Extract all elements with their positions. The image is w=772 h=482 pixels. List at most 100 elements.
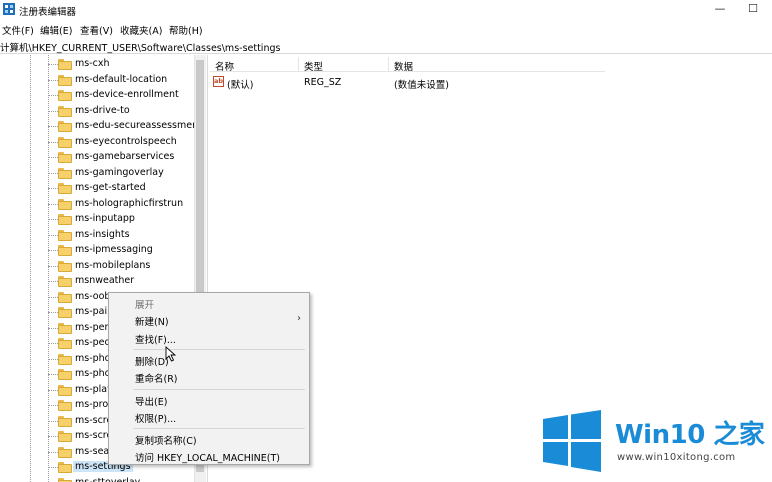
tree-item-label: ms-eyecontrolspeech xyxy=(75,135,177,147)
tree-connector xyxy=(48,203,58,205)
context-menu-item-label: 查找(F)... xyxy=(135,334,176,346)
tree-item-label: ms-device-enrollment xyxy=(75,89,179,100)
menu-view[interactable]: 查看(V) xyxy=(80,23,113,37)
tree-item[interactable]: ms-get-started xyxy=(48,181,203,196)
context-menu-item-label: 访问 HKEY_LOCAL_MACHINE(T) xyxy=(135,453,280,465)
column-type[interactable]: 类型 xyxy=(304,59,323,73)
tree-item-label: ms-peo xyxy=(75,337,111,348)
menu-favorites[interactable]: 收藏夹(A) xyxy=(120,23,162,37)
tree-connector xyxy=(48,64,58,65)
tree-item[interactable]: ms-inputapp xyxy=(48,212,203,227)
folder-icon xyxy=(58,322,72,334)
address-bar[interactable]: 计算机\HKEY_CURRENT_USER\Software\Classes\m… xyxy=(0,38,772,54)
folder-icon xyxy=(58,338,72,349)
tree-guide-line xyxy=(30,55,31,482)
tree-item[interactable]: ms-device-enrollment xyxy=(48,88,203,103)
watermark-url: www.win10xitong.com xyxy=(617,452,736,463)
tree-connector xyxy=(48,219,58,220)
context-menu-item[interactable]: 访问 HKEY_LOCAL_MACHINE(T) xyxy=(109,448,309,464)
tree-item[interactable]: ms-ipmessaging xyxy=(48,243,203,258)
tree-connector xyxy=(48,110,58,112)
tree-item[interactable]: ms-eyecontrolspeech xyxy=(48,135,203,150)
context-menu: 展开 新建(N) › 查找(F)... 删除(D) 重命名(R) 导出(E) 权限(P)...… xyxy=(108,292,310,465)
menu-bar: 文件(F) 编辑(E) 查看(V) 收藏夹(A) 帮助(H) xyxy=(0,21,772,37)
tree-connector xyxy=(48,405,58,406)
tree-connector xyxy=(48,420,58,422)
context-menu-item[interactable]: 导出(E) xyxy=(109,392,309,408)
folder-icon xyxy=(58,229,72,241)
column-divider[interactable] xyxy=(298,57,299,72)
address-path: 计算机\HKEY_CURRENT_USER\Software\Classes\m… xyxy=(0,43,281,54)
tree-connector xyxy=(48,467,58,468)
tree-item-label: ms-pho xyxy=(75,368,111,379)
tree-connector xyxy=(48,389,58,391)
column-data[interactable]: 数据 xyxy=(394,59,413,73)
folder-icon xyxy=(58,59,72,70)
menu-edit[interactable]: 编辑(E) xyxy=(40,23,72,37)
folder-icon xyxy=(58,74,72,86)
context-menu-item[interactable]: 重命名(R) xyxy=(109,369,309,385)
folder-icon xyxy=(58,183,72,194)
tree-connector xyxy=(48,343,58,344)
context-menu-item[interactable]: 展开 xyxy=(109,295,309,311)
folder-icon xyxy=(58,136,72,148)
context-menu-item[interactable]: 删除(D) xyxy=(109,352,309,368)
tree-item[interactable]: msnweather xyxy=(48,274,203,289)
folder-icon xyxy=(58,152,72,163)
column-divider[interactable] xyxy=(388,57,389,72)
menu-help[interactable]: 帮助(H) xyxy=(169,23,203,37)
maximize-button[interactable]: ☐ xyxy=(745,2,761,16)
watermark-title-latin: Win10 xyxy=(615,420,705,450)
folder-icon xyxy=(58,400,72,411)
tree-item[interactable]: ms-holographicfirstrun xyxy=(48,197,203,212)
tree-item[interactable]: ms-default-location xyxy=(48,73,203,88)
tree-connector xyxy=(48,157,58,158)
tree-item[interactable]: ms-drive-to xyxy=(48,104,203,119)
column-name[interactable]: 名称 xyxy=(215,59,234,73)
tree-item-label: ms-default-location xyxy=(75,73,168,85)
tree-item-label: ms-scre xyxy=(75,414,113,426)
context-menu-item[interactable]: 复制项名称(C) xyxy=(109,431,309,447)
mouse-cursor-icon xyxy=(165,346,177,362)
folder-icon xyxy=(58,167,72,179)
tree-item-label: ms-get-started xyxy=(75,182,146,193)
menu-file[interactable]: 文件(F) xyxy=(2,23,34,37)
folder-icon xyxy=(58,431,72,442)
folder-icon xyxy=(58,384,72,396)
tree-connector xyxy=(48,126,58,127)
tree-connector xyxy=(48,141,58,143)
tree-item-label: ms-sttoverlay xyxy=(75,476,141,482)
folder-icon xyxy=(58,276,72,287)
minimize-button[interactable]: — xyxy=(712,2,728,16)
tree-connector xyxy=(48,374,58,375)
folder-icon xyxy=(58,369,72,380)
context-menu-item-label: 展开 xyxy=(135,300,155,311)
tree-item[interactable]: ms-cxh xyxy=(48,57,203,72)
tree-item-label: ms-cxh xyxy=(75,58,110,69)
context-menu-item[interactable]: 新建(N) › xyxy=(109,312,309,328)
folder-icon xyxy=(58,245,72,256)
tree-item-label: msnweather xyxy=(75,275,135,286)
tree-connector xyxy=(48,95,58,96)
tree-item-label: ms-pair xyxy=(75,306,112,317)
tree-connector xyxy=(48,250,58,251)
value-row[interactable]: ab (默认) REG_SZ (数值未设置) xyxy=(210,75,605,91)
windows-logo-icon xyxy=(543,410,601,472)
folder-icon xyxy=(58,477,72,482)
context-menu-item[interactable]: 权限(P)... xyxy=(109,409,309,425)
tree-item[interactable]: ms-insights xyxy=(48,228,203,243)
tree-item[interactable]: ms-edu-secureassessment xyxy=(48,119,203,134)
tree-connector xyxy=(48,358,58,360)
tree-item[interactable]: ms-sttoverlay xyxy=(48,476,203,482)
folder-icon xyxy=(58,198,72,210)
folder-icon xyxy=(58,90,72,101)
tree-item[interactable]: ms-gamebarservices xyxy=(48,150,203,165)
watermark-title: Win10 之家 xyxy=(615,414,765,451)
context-menu-item-label: 导出(E) xyxy=(135,396,168,408)
tree-item[interactable]: ms-mobileplans xyxy=(48,259,203,274)
tree-item[interactable]: ms-gamingoverlay xyxy=(48,166,203,181)
context-menu-item[interactable]: 查找(F)... xyxy=(109,330,309,346)
title-bar: 注册表编辑器 — ☐ xyxy=(0,0,772,20)
context-menu-item-label: 新建(N) xyxy=(135,317,169,329)
folder-icon xyxy=(58,121,72,132)
